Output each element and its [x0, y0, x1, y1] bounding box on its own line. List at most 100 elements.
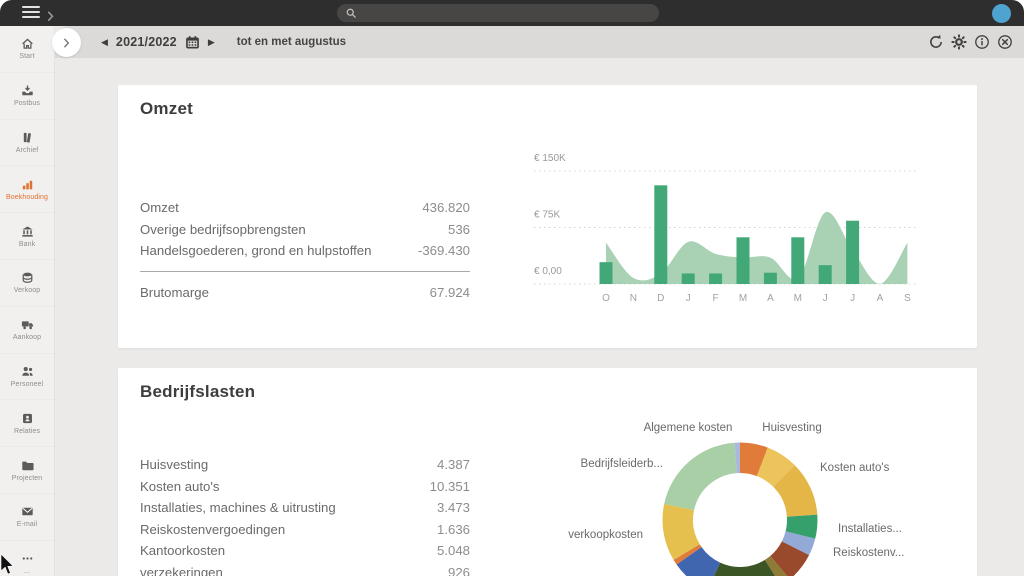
- row-label: Huisvesting: [140, 457, 208, 472]
- hamburger-icon[interactable]: [22, 6, 40, 20]
- sidebar-item-label: ...: [24, 568, 30, 575]
- svg-text:N: N: [630, 293, 637, 304]
- table-row: Installaties, machines & uitrusting 3.473: [140, 497, 470, 519]
- sidebar-item-label: Relaties: [14, 428, 40, 435]
- refresh-icon[interactable]: [928, 34, 944, 50]
- table-row: Omzet 436.820: [140, 197, 470, 219]
- sidebar-item-label: E-mail: [17, 521, 37, 528]
- people-icon: [21, 365, 34, 378]
- row-value: -369.430: [418, 243, 470, 258]
- row-label: Installaties, machines & uitrusting: [140, 500, 336, 515]
- sidebar: Start Postbus Archief Boekhouding Bank Verkoo…: [0, 26, 55, 576]
- donut-label: Reiskostenv...: [833, 546, 904, 560]
- row-value: 1.636: [437, 522, 470, 537]
- sidebar-item-label: Archief: [16, 147, 39, 154]
- sidebar-expand-button[interactable]: [52, 28, 81, 57]
- folder-icon: [21, 459, 34, 472]
- table-divider: [140, 271, 470, 272]
- sidebar-item-label: Boekhouding: [6, 194, 48, 201]
- app-window: Start Postbus Archief Boekhouding Bank Verkoo…: [0, 0, 1024, 576]
- fiscal-year-selector[interactable]: 2021/2022: [116, 35, 177, 49]
- row-label: Omzet: [140, 200, 179, 215]
- calendar-icon[interactable]: [185, 35, 200, 50]
- sidebar-item-start[interactable]: Start: [0, 26, 54, 73]
- donut-label: Bedrijfsleiderb...: [581, 457, 663, 471]
- table-row: Kantoorkosten 5.048: [140, 540, 470, 562]
- search-input[interactable]: [357, 6, 641, 20]
- close-icon[interactable]: [997, 34, 1013, 50]
- row-label: Kantoorkosten: [140, 543, 225, 558]
- bedrijfslasten-card: Bedrijfslasten Huisvesting4.387Kosten au…: [118, 368, 977, 576]
- sidebar-item-label: Personeel: [11, 381, 43, 388]
- donut-label: Installaties...: [838, 522, 902, 536]
- row-value: 926: [448, 565, 470, 576]
- omzet-table: Omzet 436.820 Overige bedrijfsopbrengsten 5…: [140, 197, 470, 303]
- svg-text:F: F: [713, 293, 719, 304]
- top-bar: [0, 0, 1024, 26]
- table-row: Handelsgoederen, grond en hulpstoffen -36…: [140, 240, 470, 262]
- contacts-icon: [21, 412, 34, 425]
- sidebar-item-projecten[interactable]: Projecten: [0, 447, 54, 494]
- donut-label: Huisvesting: [762, 421, 821, 435]
- card-title: Bedrijfslasten: [140, 382, 255, 402]
- sidebar-item-label: Projecten: [12, 475, 42, 482]
- sidebar-item-verkoop[interactable]: Verkoop: [0, 260, 54, 307]
- sidebar-item-label: Start: [19, 53, 34, 60]
- settings-icon[interactable]: [951, 34, 967, 50]
- row-value: 536: [448, 222, 470, 237]
- donut-label: Algemene kosten: [644, 421, 733, 435]
- row-value: 436.820: [422, 200, 470, 215]
- row-value: 4.387: [437, 457, 470, 472]
- sidebar-item-archief[interactable]: Archief: [0, 120, 54, 167]
- sales-icon: [21, 271, 34, 284]
- svg-text:A: A: [767, 293, 774, 304]
- chevron-left-icon[interactable]: ◀: [101, 38, 108, 47]
- sidebar-item-label: Bank: [19, 241, 35, 248]
- ellipsis-icon: [21, 552, 34, 565]
- omzet-bar-area-chart: € 150K€ 75K€ 0,00ONDJFMAMJJAS: [520, 140, 930, 310]
- search-bar[interactable]: [337, 4, 659, 22]
- table-row: verzekeringen 926: [140, 562, 470, 576]
- donut-label: verkoopkosten: [568, 528, 643, 542]
- sidebar-item-bank[interactable]: Bank: [0, 213, 54, 260]
- svg-text:A: A: [877, 293, 884, 304]
- row-label: Overige bedrijfsopbrengsten: [140, 222, 306, 237]
- user-avatar[interactable]: [992, 4, 1011, 23]
- row-value: 3.473: [437, 500, 470, 515]
- chevron-right-icon[interactable]: ▶: [208, 38, 215, 47]
- inbox-icon: [21, 84, 34, 97]
- sidebar-item-email[interactable]: E-mail: [0, 494, 54, 541]
- sidebar-item-boekhouding[interactable]: Boekhouding: [0, 166, 54, 213]
- row-label: verzekeringen: [140, 565, 223, 576]
- row-label: Handelsgoederen, grond en hulpstoffen: [140, 243, 371, 258]
- chevron-right-icon[interactable]: [47, 8, 54, 18]
- chart-icon: [21, 178, 34, 191]
- purchase-icon: [21, 318, 34, 331]
- svg-text:S: S: [904, 293, 911, 304]
- row-label: Brutomarge: [140, 285, 209, 300]
- svg-text:€ 75K: € 75K: [534, 210, 560, 221]
- home-icon: [21, 37, 34, 50]
- table-row: Huisvesting 4.387: [140, 454, 470, 476]
- info-icon[interactable]: [974, 34, 990, 50]
- period-range-selector[interactable]: tot en met augustus: [237, 36, 346, 48]
- sidebar-item-aankoop[interactable]: Aankoop: [0, 307, 54, 354]
- donut-segment-bedrijfsleiderb[interactable]: [664, 443, 737, 511]
- omzet-card: Omzet Omzet 436.820 Overige bedrijfsopbren…: [118, 85, 977, 348]
- card-title: Omzet: [140, 99, 193, 119]
- bedrijfslasten-table: Huisvesting4.387Kosten auto's10.351Insta…: [140, 454, 470, 576]
- row-value: 5.048: [437, 543, 470, 558]
- sidebar-item-postbus[interactable]: Postbus: [0, 73, 54, 120]
- svg-text:M: M: [739, 293, 747, 304]
- row-value: 67.924: [430, 285, 470, 300]
- envelope-icon: [21, 505, 34, 518]
- sidebar-item-relaties[interactable]: Relaties: [0, 400, 54, 447]
- sidebar-item-label: Aankoop: [13, 334, 41, 341]
- chevron-right-icon: [63, 38, 70, 48]
- svg-text:J: J: [823, 293, 828, 304]
- svg-text:€ 0,00: € 0,00: [534, 266, 562, 277]
- bank-icon: [21, 225, 34, 238]
- sidebar-item-personeel[interactable]: Personeel: [0, 354, 54, 401]
- mouse-cursor: [0, 554, 14, 576]
- secondary-toolbar: ◀ 2021/2022 ▶ tot en met augustus: [55, 26, 1024, 58]
